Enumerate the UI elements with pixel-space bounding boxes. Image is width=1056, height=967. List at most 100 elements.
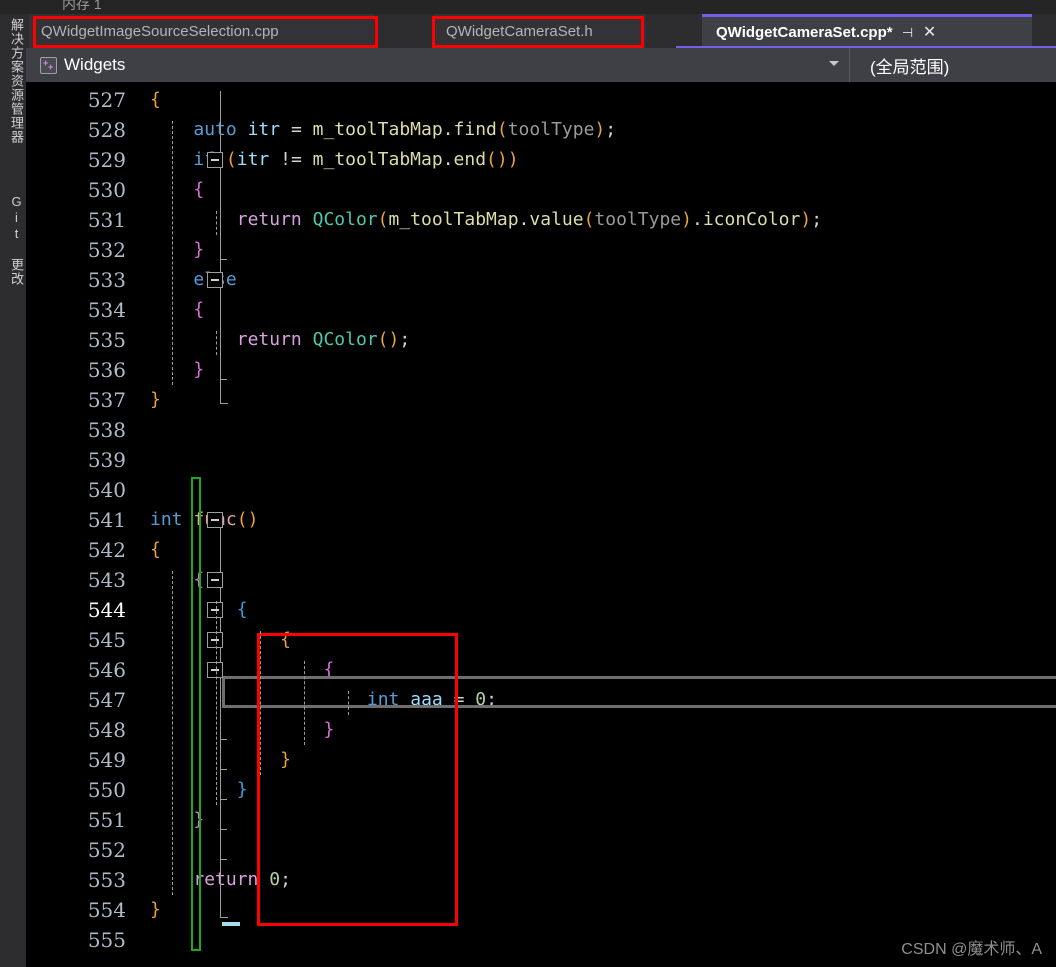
visual-studio-window: 内存 1 解决方案资源管理器 Git 更改 QWidgetImageSource… [0, 0, 1056, 967]
tab-qwidgetcameraset-cpp-active[interactable]: QWidgetCameraSet.cpp* ⊣ ✕ [702, 14, 1032, 48]
code-line[interactable]: 531 return QColor(m_toolTabMap.value(too… [26, 205, 1056, 235]
code-text: { [193, 179, 205, 200]
indent-guide [260, 631, 261, 775]
line-number: 546 [87, 658, 126, 682]
code-text: else [150, 265, 236, 295]
code-text: int func() [150, 509, 259, 530]
line-number: 527 [87, 88, 126, 112]
code-line[interactable]: 554} [26, 895, 1056, 925]
code-text: { [150, 89, 161, 110]
line-number: 554 [87, 898, 126, 922]
code-text: return QColor(); [236, 329, 411, 350]
line-number: 549 [87, 748, 126, 772]
scope-dropdown[interactable]: (全局范围) [850, 48, 1056, 82]
indent-guide [304, 661, 305, 745]
fold-toggle-icon[interactable] [207, 662, 223, 678]
code-text: if (itr != m_toolTabMap.end()) [193, 149, 519, 170]
fold-toggle-icon[interactable] [207, 272, 223, 288]
line-number: 545 [87, 628, 126, 652]
git-change-bar [191, 477, 201, 951]
line-number: 534 [87, 298, 126, 322]
document-tab-bar: QWidgetImageSourceSelection.cpp QWidgetC… [26, 14, 1056, 48]
fold-guide-line [220, 91, 221, 403]
line-number: 528 [87, 118, 126, 142]
code-text: { [150, 539, 161, 560]
watermark: CSDN @魔术师、A [901, 941, 1042, 958]
code-text: { [193, 299, 205, 320]
code-line[interactable]: 528 auto itr = m_toolTabMap.find(toolTyp… [26, 115, 1056, 145]
fold-end-tick [220, 379, 227, 380]
pin-icon[interactable]: ⊣ [897, 26, 919, 39]
tab-qwidgetimagesourceselection-cpp[interactable]: QWidgetImageSourceSelection.cpp [29, 14, 374, 48]
code-line[interactable]: 551 } [26, 805, 1056, 835]
indent-guide [216, 211, 217, 235]
fold-region-end [220, 917, 228, 918]
fold-end-tick [220, 769, 227, 770]
code-line[interactable]: 527 { [26, 85, 1056, 115]
rail-item-git-changes[interactable]: Git 更改 [0, 194, 26, 286]
line-number: 533 [87, 268, 126, 292]
fold-toggle-icon[interactable] [207, 572, 223, 588]
code-line[interactable]: 540 [26, 475, 1056, 505]
project-dropdown[interactable]: + + Widgets [26, 48, 850, 82]
tab-qwidgetcameraset-h[interactable]: QWidgetCameraSet.h [434, 14, 646, 48]
line-number: 540 [87, 478, 126, 502]
code-line[interactable]: 550 } [26, 775, 1056, 805]
line-number: 531 [87, 208, 126, 232]
code-lines-container: 527 {528 auto itr = m_toolTabMap.find(too… [26, 82, 1056, 967]
fold-toggle-icon[interactable] [207, 152, 223, 168]
code-line[interactable]: 533 else [26, 265, 1056, 295]
code-editor[interactable]: 527 {528 auto itr = m_toolTabMap.find(too… [26, 82, 1056, 967]
code-line[interactable]: 530 { [26, 175, 1056, 205]
line-number: 550 [87, 778, 126, 802]
left-tool-rail: 解决方案资源管理器 Git 更改 [0, 14, 27, 967]
code-text: return QColor(m_toolTabMap.value(toolTyp… [236, 209, 823, 230]
line-number: 539 [87, 448, 126, 472]
code-line[interactable]: 529 if (itr != m_toolTabMap.end()) [26, 145, 1056, 175]
code-line[interactable]: 539 [26, 445, 1056, 475]
code-line[interactable]: 544 { [26, 595, 1056, 625]
line-number: 537 [87, 388, 126, 412]
line-number: 530 [87, 178, 126, 202]
code-line[interactable]: 553 return 0; [26, 865, 1056, 895]
tab-label: QWidgetCameraSet.h [446, 22, 593, 40]
line-number: 532 [87, 238, 126, 262]
indent-guide [348, 691, 349, 715]
fold-toggle-icon[interactable] [207, 602, 223, 618]
code-text: } [323, 719, 335, 740]
tab-label: QWidgetCameraSet.cpp* [716, 24, 893, 41]
line-number: 552 [87, 838, 126, 862]
fold-region-end [220, 403, 228, 404]
code-text: } [150, 389, 161, 410]
chevron-down-icon[interactable] [829, 61, 839, 66]
code-line[interactable]: 537} [26, 385, 1056, 415]
fold-end-tick [220, 829, 227, 830]
project-name: Widgets [64, 55, 126, 74]
code-line[interactable]: 545 { [26, 625, 1056, 655]
line-number: 547 [87, 688, 126, 712]
code-line[interactable]: 535 return QColor(); [26, 325, 1056, 355]
fold-end-tick [220, 859, 227, 860]
line-number: 548 [87, 718, 126, 742]
line-number: 541 [87, 508, 126, 532]
rail-item-solution-explorer[interactable]: 解决方案资源管理器 [0, 18, 26, 144]
fold-end-tick [220, 799, 227, 800]
code-line[interactable]: 552 [26, 835, 1056, 865]
code-line[interactable]: 542 { [26, 535, 1056, 565]
code-line[interactable]: 541 int func() [26, 505, 1056, 535]
code-line[interactable]: 549 } [26, 745, 1056, 775]
close-icon[interactable]: ✕ [919, 24, 941, 41]
top-caption-strip: 内存 1 [0, 0, 1056, 14]
code-line[interactable]: 532 } [26, 235, 1056, 265]
line-number: 542 [87, 538, 126, 562]
code-line[interactable]: 536 } [26, 355, 1056, 385]
code-line[interactable]: 548 } [26, 715, 1056, 745]
code-line[interactable]: 534 { [26, 295, 1056, 325]
line-number: 538 [87, 418, 126, 442]
tab-label: QWidgetImageSourceSelection.cpp [41, 22, 279, 40]
code-line[interactable]: 543 { [26, 565, 1056, 595]
fold-toggle-icon[interactable] [207, 512, 223, 528]
fold-toggle-icon[interactable] [207, 632, 223, 648]
code-line[interactable]: 538 [26, 415, 1056, 445]
indent-guide [216, 601, 217, 805]
